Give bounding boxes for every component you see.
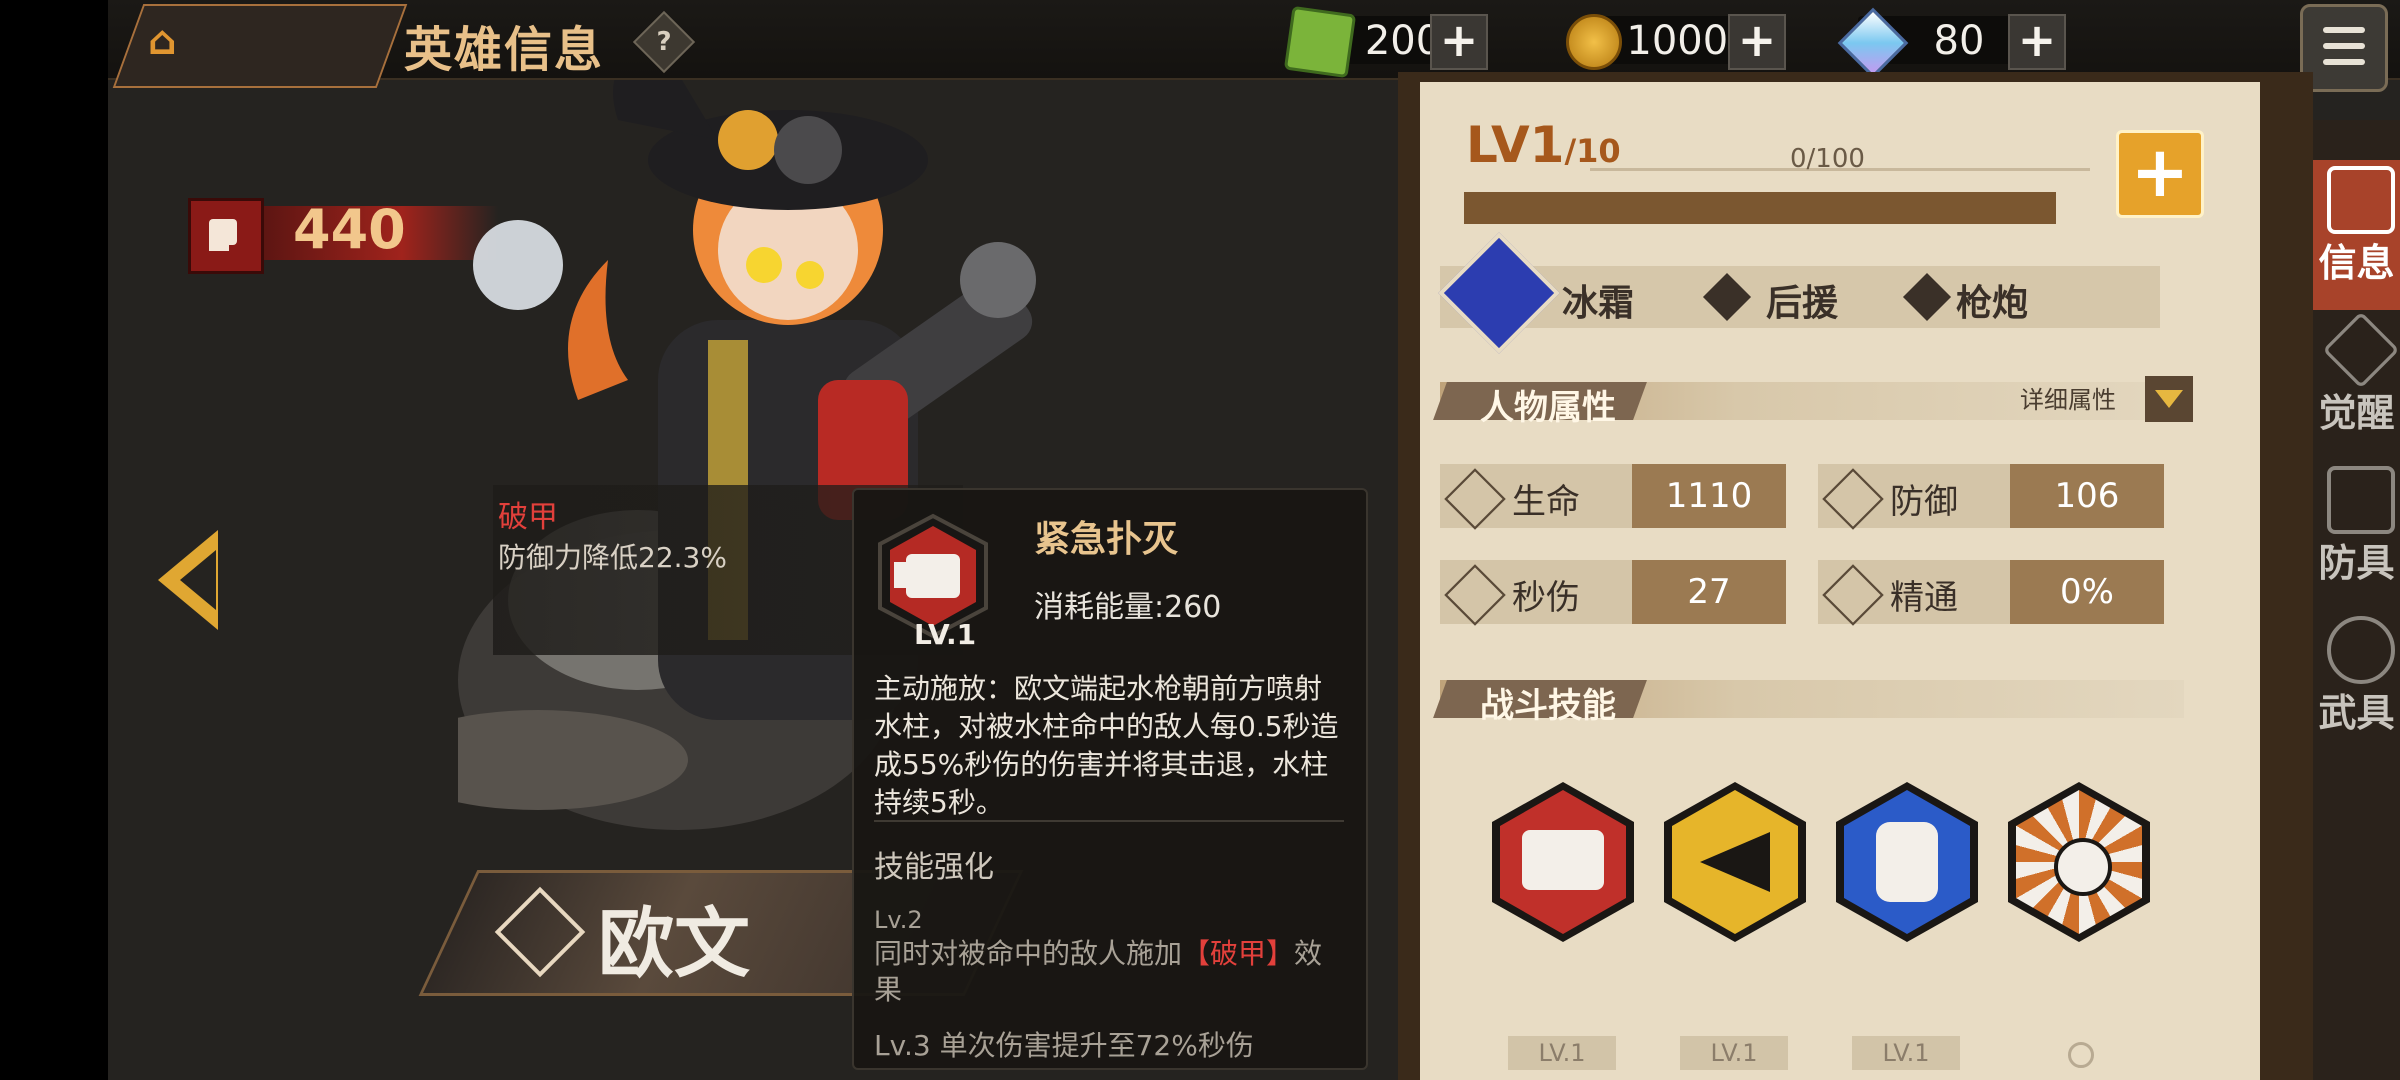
add-gold-coin-button[interactable]: + bbox=[1728, 14, 1786, 70]
skill-energy-cost: 消耗能量:260 bbox=[1034, 590, 1222, 625]
side-tab-bar: 信息 觉醒 防具 武具 bbox=[2313, 120, 2400, 1080]
tab-weapon[interactable]: 武具 bbox=[2313, 610, 2400, 760]
fist-skill-icon bbox=[1522, 830, 1604, 890]
crossbow-icon bbox=[2327, 616, 2395, 684]
logo-icon: ⌂ bbox=[148, 18, 177, 64]
attr-dps: 秒伤 27 bbox=[1440, 560, 1786, 626]
exp-progress-bar bbox=[1464, 192, 2056, 224]
divider bbox=[874, 820, 1344, 822]
tag-support: 后援 bbox=[1766, 283, 1839, 324]
currency-crystal: 80 + bbox=[1837, 7, 2066, 79]
enhance-level-3-description: Lv.3 单次伤害提升至72%秒伤 bbox=[874, 1029, 1254, 1062]
skill-slot-3[interactable] bbox=[1836, 782, 1978, 942]
gold-coin-icon bbox=[1566, 14, 1622, 70]
debuff-name: 破甲 bbox=[498, 500, 558, 535]
skill-section-header: 战斗技能 bbox=[1433, 680, 2184, 726]
game-screen: ⌂ 英雄信息 ? 200 + 10000 + 80 + 440 破甲 防御力降低… bbox=[108, 0, 2400, 1080]
detailed-attributes-label[interactable]: 详细属性 bbox=[2020, 380, 2116, 415]
currency-green-cube: 200 + bbox=[1283, 5, 1488, 79]
help-button[interactable]: ? bbox=[632, 10, 696, 74]
armor-icon bbox=[2327, 466, 2395, 534]
tab-awaken[interactable]: 觉醒 bbox=[2313, 310, 2400, 460]
skill-2-level: LV.1 bbox=[1680, 1036, 1788, 1070]
tag-gun: 枪炮 bbox=[1956, 283, 2029, 324]
attr-hp: 生命 1110 bbox=[1440, 464, 1786, 530]
main-menu-button[interactable] bbox=[2300, 4, 2388, 92]
combat-power-value: 440 bbox=[293, 198, 406, 261]
tab-armor[interactable]: 防具 bbox=[2313, 460, 2400, 610]
green-cube-icon bbox=[1283, 5, 1357, 79]
hero-level: LV1/10 bbox=[1466, 116, 1621, 174]
attr-defense: 防御 106 bbox=[1818, 464, 2164, 530]
shield-icon bbox=[1822, 468, 1884, 530]
level-up-button[interactable]: + bbox=[2116, 130, 2204, 218]
skill-slot-2[interactable] bbox=[1664, 782, 1806, 942]
book-icon bbox=[2327, 166, 2395, 234]
previous-hero-arrow[interactable] bbox=[158, 530, 218, 630]
page-title: 英雄信息 bbox=[404, 22, 605, 78]
skill-3-level: LV.1 bbox=[1852, 1036, 1960, 1070]
detailed-attributes-dropdown[interactable] bbox=[2145, 376, 2193, 422]
skill-tooltip: LV.1 紧急扑灭 消耗能量:260 主动施放：欧文端起水枪朝前方喷射水柱，对被… bbox=[852, 488, 1368, 1070]
skill-slot-4[interactable] bbox=[2008, 782, 2150, 942]
mastery-icon bbox=[1822, 564, 1884, 626]
skill-description: 主动施放：欧文端起水枪朝前方喷射水柱，对被水柱命中的敌人每0.5秒造成55%秒伤… bbox=[874, 672, 1339, 819]
top-bar: ⌂ 英雄信息 ? 200 + 10000 + 80 + bbox=[108, 0, 2400, 88]
exp-text: 0/100 bbox=[1790, 144, 1865, 174]
hero-info-panel: LV1/10 0/100 + 冰霜 后援 枪炮 人物属性 详细属性 生命 111… bbox=[1398, 72, 2313, 1080]
attr-mastery: 精通 0% bbox=[1818, 560, 2164, 626]
skill-slot-1[interactable] bbox=[1492, 782, 1634, 942]
hero-name: 欧文 bbox=[598, 899, 750, 988]
skill-name: 紧急扑灭 bbox=[1034, 519, 1179, 560]
skill-4-locked-indicator bbox=[2068, 1042, 2094, 1068]
currency-gold-coin: 10000 + bbox=[1564, 10, 1786, 70]
skill-enhance-title: 技能强化 bbox=[874, 850, 994, 885]
add-crystal-button[interactable]: + bbox=[2008, 14, 2066, 70]
add-green-cube-button[interactable]: + bbox=[1430, 14, 1488, 70]
enhance-level-2-label: Lv.2 bbox=[874, 906, 923, 934]
enhance-level-2-description: 同时对被命中的敌人施加【破甲】效果 bbox=[874, 937, 1323, 1006]
tag-frost: 冰霜 bbox=[1562, 283, 1635, 324]
hp-icon bbox=[1444, 468, 1506, 530]
frost-flask-skill-icon bbox=[1876, 822, 1938, 902]
tab-info[interactable]: 信息 bbox=[2313, 160, 2400, 310]
skill-1-level: LV.1 bbox=[1508, 1036, 1616, 1070]
awaken-icon bbox=[2322, 311, 2400, 389]
dps-icon bbox=[1444, 564, 1506, 626]
frost-element-icon bbox=[1438, 232, 1560, 354]
debuff-description: 防御力降低22.3% bbox=[498, 541, 727, 574]
skill-level: LV.1 bbox=[914, 618, 977, 651]
crystal-amount: 80 bbox=[1933, 18, 1985, 64]
megaphone-skill-icon bbox=[1700, 832, 1770, 892]
fist-icon bbox=[188, 198, 264, 274]
burst-skill-icon bbox=[2054, 838, 2112, 896]
